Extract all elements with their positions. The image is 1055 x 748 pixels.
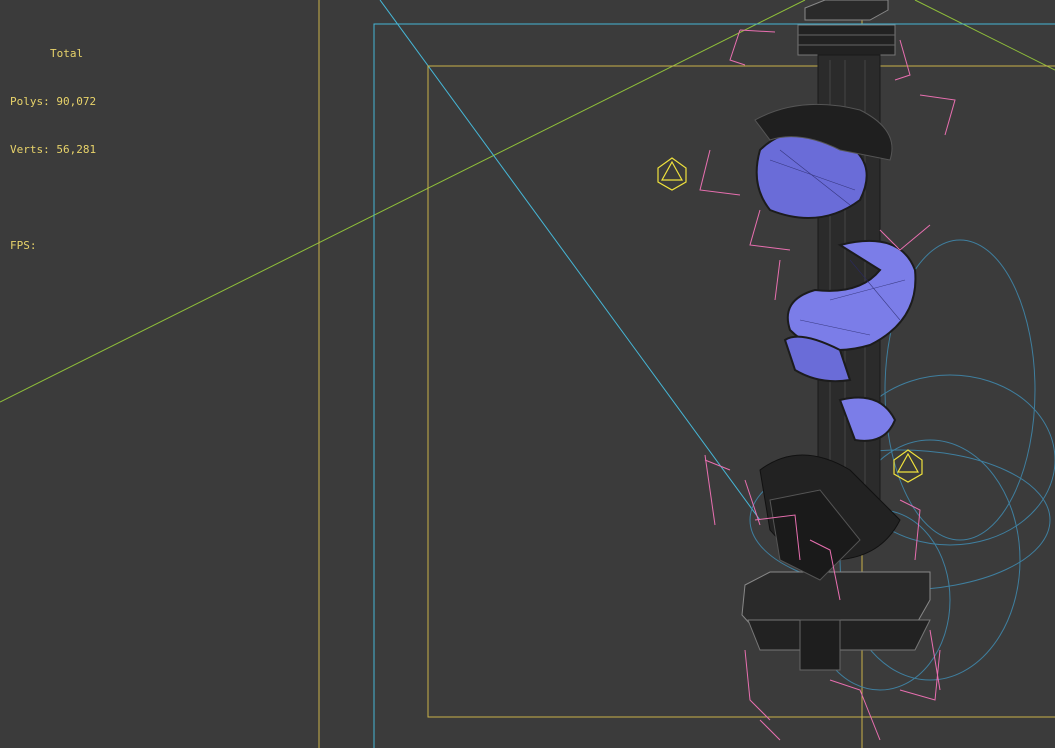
stats-polys-row: Polys: 90,072: [10, 94, 96, 110]
camera-diagonal-line: [379, 0, 761, 521]
polys-value: 90,072: [56, 95, 97, 108]
stats-verts-row: Verts: 56,281: [10, 142, 96, 158]
cyan-camera-frame: [373, 23, 1055, 748]
polys-label: Polys:: [10, 95, 50, 108]
horizon-line: [0, 0, 806, 403]
viewport-statistics: Total Polys: 90,072 Verts: 56,281 FPS:: [10, 14, 96, 286]
light-gizmo-icon[interactable]: [657, 157, 687, 191]
light-gizmo-icon[interactable]: [893, 449, 923, 483]
stats-fps-row: FPS:: [10, 238, 96, 254]
safe-frame: [427, 65, 1055, 718]
3d-perspective-viewport[interactable]: Total Polys: 90,072 Verts: 56,281 FPS:: [0, 0, 1055, 748]
verts-label: Verts:: [10, 143, 50, 156]
stats-spacer: [10, 190, 96, 206]
stats-title: Total: [50, 47, 84, 60]
fps-label: FPS:: [10, 239, 37, 252]
verts-value: 56,281: [56, 143, 97, 156]
scene-canvas[interactable]: [0, 0, 1055, 748]
horizon-line-right: [914, 0, 1055, 71]
